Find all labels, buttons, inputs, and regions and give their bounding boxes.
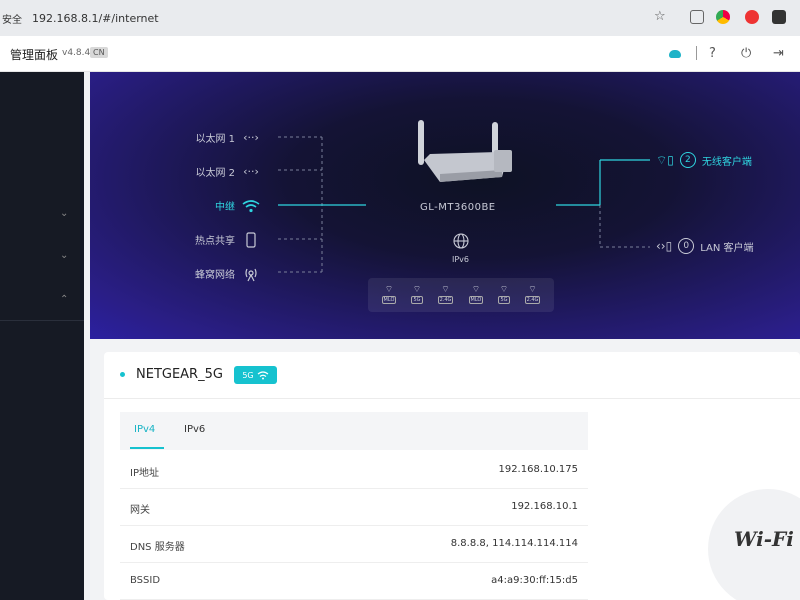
cellular-icon xyxy=(241,267,261,281)
language-badge[interactable]: CN xyxy=(90,47,108,58)
wifi-icon xyxy=(257,370,269,379)
url-field[interactable]: 192.168.8.1/#/internet xyxy=(32,12,800,25)
logout-icon[interactable]: ⇥ xyxy=(773,46,784,61)
router-model-label: GL-MT3600BE xyxy=(420,202,496,213)
sidebar: ⌄ ⌄ ⌃ xyxy=(0,72,84,600)
band-status-bar: ⌔ MLO ⌔ 5G ⌔ 2.4G ⌔ MLO ⌔ 5G ⌔ 2.4G xyxy=(368,278,554,312)
band-2g-icon[interactable]: ⌔ 2.4G xyxy=(437,286,454,304)
version-label: v4.8.4 xyxy=(62,48,91,58)
ip-version-tabs: IPv4 IPv6 xyxy=(120,412,588,450)
cloud-icon[interactable] xyxy=(669,50,681,58)
power-icon[interactable]: ⏻ xyxy=(741,46,751,61)
table-row: 网关 192.168.10.1 xyxy=(120,489,588,526)
wireless-client-icon: ⌔▯ xyxy=(656,152,674,167)
security-indicator[interactable]: 安全 xyxy=(0,11,24,26)
tab-ipv4[interactable]: IPv4 xyxy=(134,424,155,435)
band-mlo-icon[interactable]: ⌔ MLO xyxy=(468,286,484,304)
extension-icon-red[interactable] xyxy=(745,10,759,24)
source-tethering[interactable]: 热点共享 xyxy=(190,231,261,248)
source-ethernet-2[interactable]: 以太网 2 ‹··› xyxy=(190,164,261,179)
table-row: BSSID a4:a9:30:ff:15:d5 xyxy=(120,563,588,600)
ethernet-icon: ‹··› xyxy=(243,131,259,144)
source-ethernet-1[interactable]: 以太网 1 ‹··› xyxy=(190,130,261,145)
help-icon[interactable]: ? xyxy=(709,46,716,61)
card-divider xyxy=(104,398,800,399)
wireless-client-label: 无线客户端 xyxy=(701,156,752,168)
page-title: 管理面板 xyxy=(10,48,59,62)
tab-ipv6[interactable]: IPv6 xyxy=(184,424,205,435)
wifi-logo-text: Wi-Fi xyxy=(734,527,794,551)
ipv6-label: IPv6 xyxy=(452,255,470,264)
network-info-card: NETGEAR_5G 5G IPv4 IPv6 IP地址 192.168.10.… xyxy=(104,352,800,600)
sidebar-chevron-down-icon[interactable]: ⌄ xyxy=(60,208,68,219)
extension-icon-1[interactable] xyxy=(690,10,704,24)
lan-client-icon: ‹›▯ xyxy=(656,239,673,253)
app-header: 管理面板 v4.8.4 CN ? ⏻ ⇥ xyxy=(0,36,800,72)
band-badge: 5G xyxy=(234,366,277,384)
sidebar-divider xyxy=(0,320,84,321)
band-5g-icon[interactable]: ⌔ 5G xyxy=(498,286,510,304)
lan-clients[interactable]: ‹›▯ 0 LAN 客户端 xyxy=(656,238,754,254)
ssid-name: NETGEAR_5G xyxy=(136,367,223,382)
phone-icon xyxy=(241,231,261,248)
sidebar-chevron-up-icon[interactable]: ⌃ xyxy=(60,294,68,305)
wifi-icon xyxy=(241,199,261,213)
ip-info-table: IP地址 192.168.10.175 网关 192.168.10.1 DNS … xyxy=(120,452,588,600)
sidebar-chevron-down-icon[interactable]: ⌄ xyxy=(60,250,68,261)
wireless-clients[interactable]: ⌔▯ 2 无线客户端 xyxy=(656,152,752,168)
browser-address-bar: 安全 192.168.8.1/#/internet ☆ xyxy=(0,0,800,36)
active-tab-indicator xyxy=(130,447,164,449)
table-row: DNS 服务器 8.8.8.8, 114.114.114.114 xyxy=(120,526,588,563)
network-topology-banner: 以太网 1 ‹··› 以太网 2 ‹··› 中继 热点共享 蜂窝网络 GL-MT… xyxy=(90,72,800,339)
source-repeater[interactable]: 中继 xyxy=(190,198,261,213)
band-mlo-icon[interactable]: ⌔ MLO xyxy=(381,286,397,304)
ethernet-icon: ‹··› xyxy=(243,165,259,178)
extension-icon-dark[interactable] xyxy=(772,10,786,24)
chrome-extension-icon[interactable] xyxy=(716,10,730,24)
source-cellular[interactable]: 蜂窝网络 xyxy=(190,266,261,281)
header-divider xyxy=(696,46,697,60)
table-row: IP地址 192.168.10.175 xyxy=(120,452,588,489)
bookmark-star-icon[interactable]: ☆ xyxy=(654,9,666,24)
router-image xyxy=(418,120,512,182)
band-2g-icon[interactable]: ⌔ 2.4G xyxy=(524,286,541,304)
globe-icon xyxy=(452,232,470,254)
lan-client-label: LAN 客户端 xyxy=(700,242,754,254)
band-5g-icon[interactable]: ⌔ 5G xyxy=(411,286,423,304)
status-dot xyxy=(120,372,125,377)
